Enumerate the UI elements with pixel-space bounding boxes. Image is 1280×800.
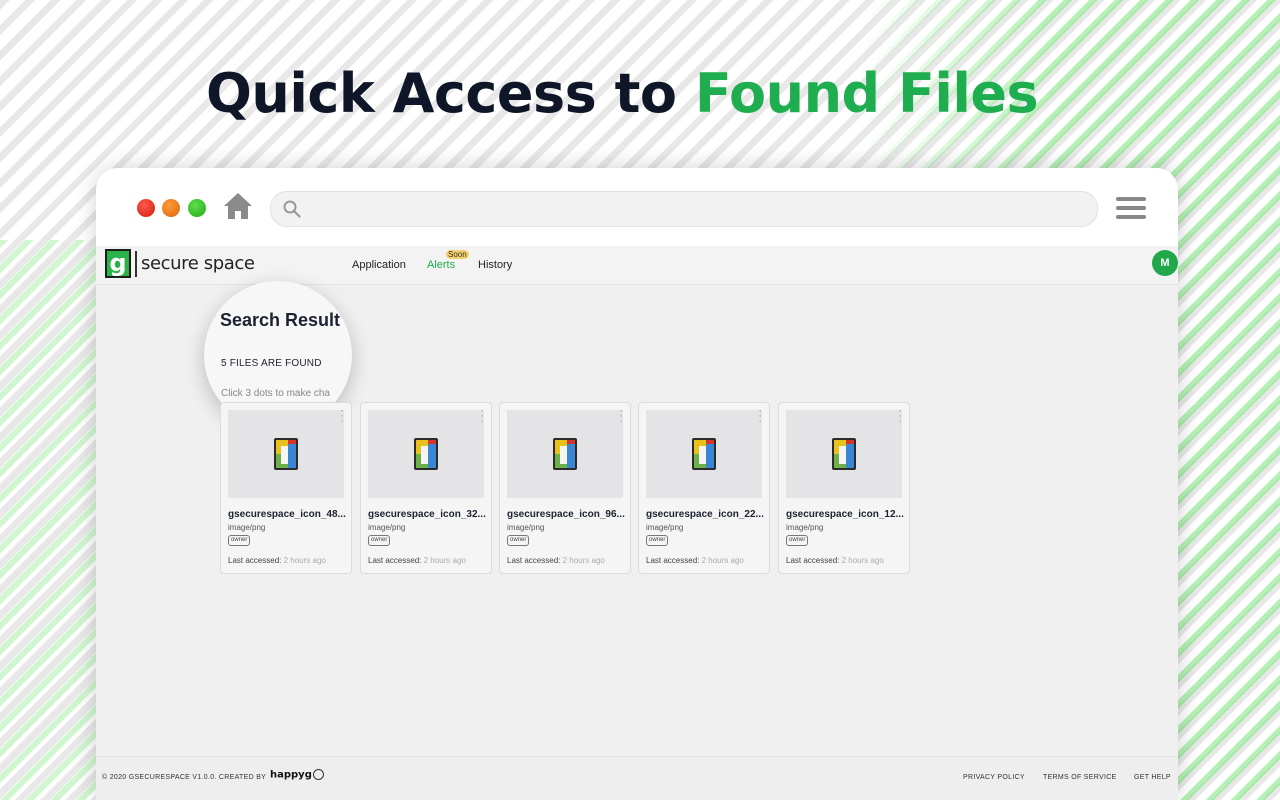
file-name[interactable]: gsecurespace_icon_96... <box>507 509 625 520</box>
file-thumbnail[interactable] <box>228 410 344 498</box>
file-type: image/png <box>786 523 824 532</box>
window-close-dot[interactable] <box>137 199 155 217</box>
files-found-count: 5 FILES ARE FOUND <box>221 358 322 369</box>
app-footer: © 2020 GSECURESPACE V1.0.0. CREATED BY h… <box>96 756 1178 800</box>
logo-mark: g <box>105 249 131 278</box>
browser-chrome <box>96 168 1178 247</box>
logo-text: secure space <box>141 253 255 274</box>
role-badge: owner <box>646 535 669 546</box>
last-accessed-time: 2 hours ago <box>283 556 326 565</box>
file-icon <box>274 438 298 470</box>
footer-brand-text: happyg <box>270 769 312 781</box>
file-card[interactable]: · · · gsecurespace_icon_96... image/png owner… <box>499 402 631 574</box>
file-thumbnail[interactable] <box>507 410 623 498</box>
file-icon <box>832 438 856 470</box>
role-badge: owner <box>507 535 530 546</box>
address-bar[interactable] <box>270 191 1098 227</box>
app-logo[interactable]: g secure space <box>105 249 255 278</box>
last-accessed: Last accessed: 2 hours ago <box>228 556 326 565</box>
file-thumbnail[interactable] <box>368 410 484 498</box>
file-type: image/png <box>646 523 684 532</box>
home-icon[interactable] <box>223 192 253 220</box>
last-accessed-label: Last accessed: <box>507 556 561 565</box>
brand-smile-icon <box>312 769 324 780</box>
window-minimize-dot[interactable] <box>162 199 180 217</box>
terms-of-service-link[interactable]: TERMS OF SERVICE <box>1043 774 1117 781</box>
file-thumbnail[interactable] <box>646 410 762 498</box>
last-accessed-label: Last accessed: <box>368 556 422 565</box>
app-header: g secure space Application Alerts Soon H… <box>96 246 1178 285</box>
file-name[interactable]: gsecurespace_icon_12... <box>786 509 904 520</box>
last-accessed: Last accessed: 2 hours ago <box>368 556 466 565</box>
last-accessed-time: 2 hours ago <box>423 556 466 565</box>
logo-divider <box>135 250 137 277</box>
nav-application[interactable]: Application <box>352 259 406 271</box>
file-type: image/png <box>368 523 406 532</box>
search-icon <box>283 200 301 218</box>
file-type: image/png <box>228 523 266 532</box>
more-vertical-icon[interactable]: · · · <box>619 406 623 427</box>
file-name[interactable]: gsecurespace_icon_48... <box>228 509 346 520</box>
footer-brand-logo[interactable]: happyg <box>270 769 324 781</box>
more-vertical-icon[interactable]: · · · <box>480 406 484 427</box>
page: { "hero": { "title_prefix": "Quick Acces… <box>0 0 1280 800</box>
file-icon <box>553 438 577 470</box>
hero-headline: Quick Access to Found Files <box>206 62 1039 125</box>
hamburger-menu-icon[interactable] <box>1116 197 1146 221</box>
hero-title-accent: Found Files <box>694 62 1039 125</box>
last-accessed-time: 2 hours ago <box>841 556 884 565</box>
file-icon <box>692 438 716 470</box>
file-type: image/png <box>507 523 545 532</box>
file-card[interactable]: · · · gsecurespace_icon_48... image/png owner… <box>220 402 352 574</box>
window-maximize-dot[interactable] <box>188 199 206 217</box>
address-input[interactable] <box>311 196 1085 222</box>
nav-history[interactable]: History <box>478 259 512 271</box>
last-accessed-label: Last accessed: <box>786 556 840 565</box>
nav-alerts[interactable]: Alerts <box>427 259 455 271</box>
more-vertical-icon[interactable]: · · · <box>898 406 902 427</box>
hero-title-prefix: Quick Access to <box>206 62 677 125</box>
more-vertical-icon[interactable]: · · · <box>758 406 762 427</box>
last-accessed-time: 2 hours ago <box>701 556 744 565</box>
last-accessed-label: Last accessed: <box>646 556 700 565</box>
get-help-link[interactable]: GET HELP <box>1134 774 1171 781</box>
role-badge: owner <box>368 535 391 546</box>
file-name[interactable]: gsecurespace_icon_32... <box>368 509 486 520</box>
last-accessed: Last accessed: 2 hours ago <box>646 556 744 565</box>
search-result-title: Search Result <box>220 310 341 330</box>
privacy-policy-link[interactable]: PRIVACY POLICY <box>963 774 1025 781</box>
alerts-soon-badge: Soon <box>446 250 469 259</box>
file-icon <box>414 438 438 470</box>
three-dots-hint: Click 3 dots to make cha <box>221 388 330 399</box>
more-vertical-icon[interactable]: · · · <box>340 406 344 427</box>
last-accessed: Last accessed: 2 hours ago <box>507 556 605 565</box>
file-name[interactable]: gsecurespace_icon_22... <box>646 509 764 520</box>
file-card[interactable]: · · · gsecurespace_icon_12... image/png owner… <box>778 402 910 574</box>
role-badge: owner <box>786 535 809 546</box>
file-thumbnail[interactable] <box>786 410 902 498</box>
file-card[interactable]: · · · gsecurespace_icon_22... image/png owner… <box>638 402 770 574</box>
user-avatar[interactable]: M <box>1152 250 1178 276</box>
browser-window: g secure space Application Alerts Soon H… <box>96 168 1178 800</box>
role-badge: owner <box>228 535 251 546</box>
last-accessed-time: 2 hours ago <box>562 556 605 565</box>
footer-copyright: © 2020 GSECURESPACE V1.0.0. CREATED BY <box>102 774 267 781</box>
file-card[interactable]: · · · gsecurespace_icon_32... image/png owner… <box>360 402 492 574</box>
last-accessed: Last accessed: 2 hours ago <box>786 556 884 565</box>
last-accessed-label: Last accessed: <box>228 556 282 565</box>
